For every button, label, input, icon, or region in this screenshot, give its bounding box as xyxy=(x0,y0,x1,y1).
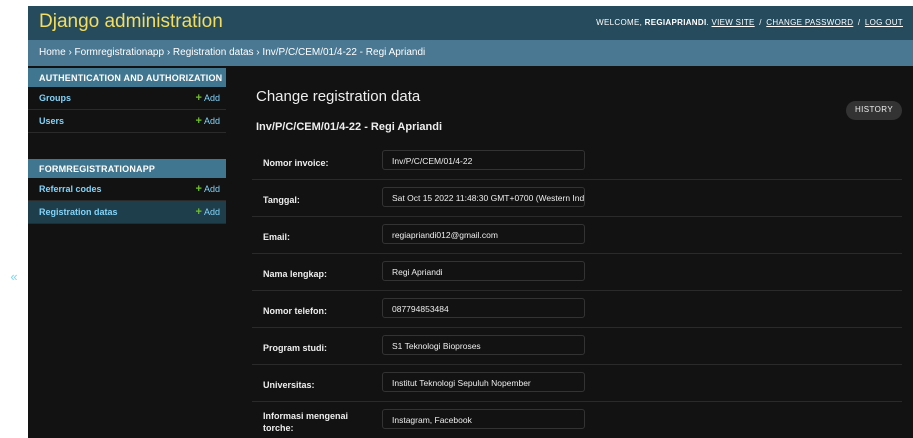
breadcrumb-text[interactable]: Home › Formregistrationapp › Registratio… xyxy=(39,47,425,58)
sidebar-item-groups: Groups + Add xyxy=(28,87,226,110)
nama-lengkap-input[interactable]: Regi Apriandi xyxy=(382,261,585,281)
plus-icon: + xyxy=(195,206,202,218)
email-input[interactable]: regiapriandi012@gmail.com xyxy=(382,224,585,244)
admin-window: Django administration WELCOME, REGIAPRIA… xyxy=(28,6,913,438)
header: Django administration WELCOME, REGIAPRIA… xyxy=(28,6,913,40)
nav-sidebar: AUTHENTICATION AND AUTHORIZATION Groups … xyxy=(28,68,226,224)
form-row-nomor-telefon: Nomor telefon: 087794853484 xyxy=(252,291,902,328)
site-brand[interactable]: Django administration xyxy=(39,11,223,33)
user-tools: WELCOME, REGIAPRIANDI. VIEW SITE / CHANG… xyxy=(596,18,903,27)
form-row-email: Email: regiapriandi012@gmail.com xyxy=(252,217,902,254)
module-spacer xyxy=(28,133,226,159)
field-label: Program studi: xyxy=(263,343,328,353)
field-label: Universitas: xyxy=(263,380,315,390)
nomor-telefon-input[interactable]: 087794853484 xyxy=(382,298,585,318)
form-row-universitas: Universitas: Institut Teknologi Sepuluh … xyxy=(252,365,902,402)
welcome-text: WELCOME, xyxy=(596,18,643,27)
add-label: Add xyxy=(203,116,220,126)
username: REGIAPRIANDI xyxy=(644,18,707,27)
field-label: Tanggal: xyxy=(263,195,300,205)
module-caption-auth[interactable]: AUTHENTICATION AND AUTHORIZATION xyxy=(28,68,226,87)
program-studi-input[interactable]: S1 Teknologi Bioproses xyxy=(382,335,585,355)
form-row-tanggal: Tanggal: Sat Oct 15 2022 11:48:30 GMT+07… xyxy=(252,180,902,217)
plus-icon: + xyxy=(195,92,202,104)
sidebar-item-registration-datas: Registration datas + Add xyxy=(28,201,226,224)
informasi-torche-input[interactable]: Instagram, Facebook xyxy=(382,409,585,429)
form-row-nomor-invoice: Nomor invoice: Inv/P/C/CEM/01/4-22 xyxy=(252,143,902,180)
toggle-nav-sidebar-icon[interactable]: « xyxy=(1,269,27,289)
add-user-link[interactable]: + Add xyxy=(196,115,220,127)
breadcrumb: Home › Formregistrationapp › Registratio… xyxy=(28,40,913,66)
module-caption-formregistrationapp[interactable]: FORMREGISTRATIONAPP xyxy=(28,159,226,178)
form-row-nama-lengkap: Nama lengkap: Regi Apriandi xyxy=(252,254,902,291)
separator: / xyxy=(857,18,861,27)
form-row-program-studi: Program studi: S1 Teknologi Bioproses xyxy=(252,328,902,365)
change-form: Nomor invoice: Inv/P/C/CEM/01/4-22 Tangg… xyxy=(252,143,902,438)
form-row-informasi-mengenai-torche: Informasi mengenai torche: Instagram, Fa… xyxy=(252,402,902,438)
sidebar-item-label[interactable]: Groups xyxy=(39,93,71,103)
add-group-link[interactable]: + Add xyxy=(196,92,220,104)
sidebar-item-label[interactable]: Users xyxy=(39,116,64,126)
add-label: Add xyxy=(203,184,220,194)
history-button[interactable]: HISTORY xyxy=(846,101,903,120)
field-label: Nomor telefon: xyxy=(263,306,327,316)
plus-icon: + xyxy=(195,183,202,195)
sidebar-item-label[interactable]: Referral codes xyxy=(39,184,102,194)
page-title: Change registration data xyxy=(256,88,421,105)
field-label: Informasi mengenai torche: xyxy=(263,411,349,433)
view-site-link[interactable]: VIEW SITE xyxy=(712,18,755,27)
change-password-link[interactable]: CHANGE PASSWORD xyxy=(766,18,853,27)
universitas-input[interactable]: Institut Teknologi Sepuluh Nopember xyxy=(382,372,585,392)
sidebar-item-users: Users + Add xyxy=(28,110,226,133)
field-label: Email: xyxy=(263,232,291,242)
add-label: Add xyxy=(203,207,220,217)
field-label: Nomor invoice: xyxy=(263,158,329,168)
add-label: Add xyxy=(203,93,220,103)
logout-link[interactable]: LOG OUT xyxy=(865,18,903,27)
sidebar-item-label[interactable]: Registration datas xyxy=(39,207,118,217)
add-registration-data-link[interactable]: + Add xyxy=(196,206,220,218)
nomor-invoice-input[interactable]: Inv/P/C/CEM/01/4-22 xyxy=(382,150,585,170)
object-title: Inv/P/C/CEM/01/4-22 - Regi Apriandi xyxy=(256,121,443,133)
plus-icon: + xyxy=(195,115,202,127)
sidebar-item-referral-codes: Referral codes + Add xyxy=(28,178,226,201)
separator: / xyxy=(759,18,762,27)
field-label: Nama lengkap: xyxy=(263,269,328,279)
tanggal-input[interactable]: Sat Oct 15 2022 11:48:30 GMT+0700 (Weste… xyxy=(382,187,585,207)
add-referral-code-link[interactable]: + Add xyxy=(196,183,220,195)
